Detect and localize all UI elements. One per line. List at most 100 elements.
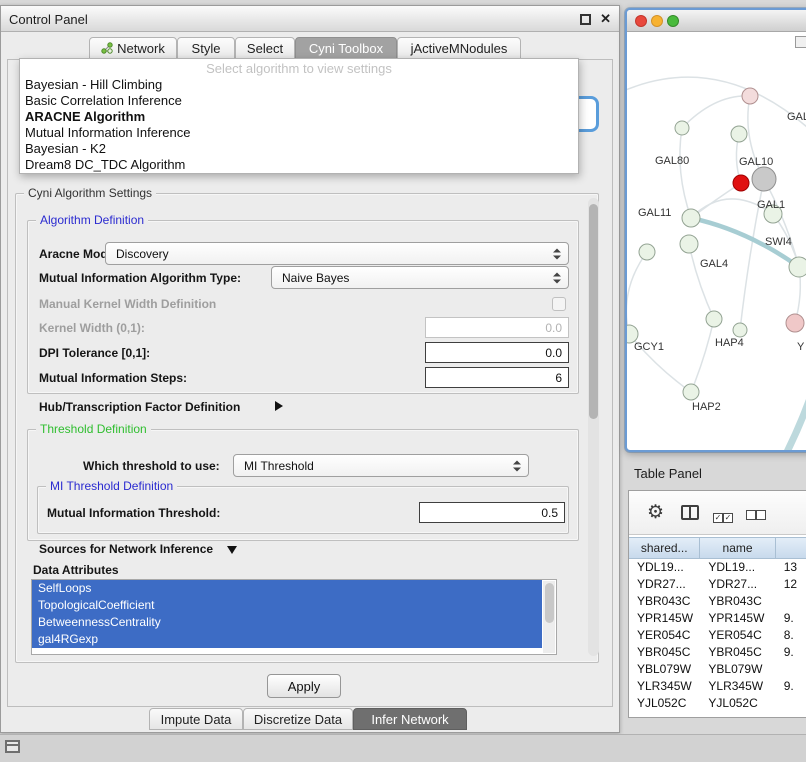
table-row[interactable]: YBR043C YBR043C — [629, 593, 806, 610]
tab-discretize-data[interactable]: Discretize Data — [243, 708, 353, 730]
dropdown-option[interactable]: Bayesian - Hill Climbing — [20, 77, 578, 93]
table-row[interactable]: YPR145W YPR145W 9. — [629, 610, 806, 627]
dropdown-option-selected[interactable]: ARACNE Algorithm — [20, 109, 578, 125]
network-canvas[interactable]: GAL80 GAL10 GAL1 GAL11 SWI4 GAL4 GCY1 HA… — [627, 32, 806, 452]
manual-kernel-checkbox[interactable] — [552, 297, 566, 311]
select-all-icon[interactable]: ✓✓ — [713, 507, 733, 525]
expand-arrow-icon[interactable] — [275, 401, 283, 411]
network-node[interactable] — [706, 311, 722, 327]
table-row[interactable]: YDL19... YDL19... 13 — [629, 559, 806, 576]
dropdown-option[interactable]: Dream8 DC_TDC Algorithm — [20, 157, 578, 173]
network-node[interactable] — [639, 244, 655, 260]
table-cell[interactable]: YBR043C — [629, 593, 700, 610]
apply-button[interactable]: Apply — [267, 674, 341, 698]
table-cell[interactable]: YBR045C — [700, 644, 775, 661]
deselect-all-icon[interactable] — [746, 507, 766, 525]
settings-scrollbar[interactable] — [588, 198, 599, 656]
columns-icon[interactable] — [681, 505, 699, 520]
mi-threshold-field[interactable]: 0.5 — [419, 502, 565, 523]
which-threshold-select[interactable]: MI Threshold — [233, 454, 529, 477]
table-cell[interactable]: YJL052C — [629, 695, 700, 712]
network-node[interactable] — [789, 257, 806, 277]
scrollbar-thumb[interactable] — [589, 204, 598, 419]
gear-icon[interactable]: ⚙ — [647, 503, 664, 522]
table-cell[interactable]: 9. — [776, 644, 806, 661]
network-node-hub[interactable] — [752, 167, 776, 191]
table-row[interactable]: YJL052C YJL052C — [629, 695, 806, 712]
list-item[interactable]: SelfLoops — [32, 580, 542, 597]
table-row[interactable]: YER054C YER054C 8. — [629, 627, 806, 644]
table-cell[interactable]: 12 — [776, 576, 806, 593]
network-node[interactable] — [675, 121, 689, 135]
close-icon[interactable]: ✕ — [600, 11, 611, 27]
table-cell[interactable]: YDL19... — [700, 559, 775, 576]
panel-window-icon[interactable] — [5, 740, 20, 753]
list-item[interactable]: gal4RGexp — [32, 631, 542, 648]
table-cell[interactable]: YBL079W — [700, 661, 775, 678]
network-node[interactable] — [680, 235, 698, 253]
table-cell[interactable]: YDR27... — [700, 576, 775, 593]
network-node[interactable] — [683, 384, 699, 400]
dropdown-option[interactable]: Bayesian - K2 — [20, 141, 578, 157]
table-cell[interactable]: YER054C — [629, 627, 700, 644]
tab-jactivemodules[interactable]: jActiveMNodules — [397, 37, 521, 59]
table-row[interactable]: YDR27... YDR27... 12 — [629, 576, 806, 593]
zoom-traffic-light-icon[interactable] — [667, 15, 679, 27]
table-cell[interactable]: YLR345W — [700, 678, 775, 695]
table-cell[interactable]: YDR27... — [629, 576, 700, 593]
list-item[interactable]: TopologicalCoefficient — [32, 597, 542, 614]
mi-steps-field[interactable]: 6 — [425, 367, 569, 388]
table-row[interactable]: YBL079W YBL079W — [629, 661, 806, 678]
list-scrollbar[interactable] — [543, 581, 555, 653]
table-cell[interactable]: YJL052C — [700, 695, 775, 712]
network-node[interactable] — [682, 209, 700, 227]
aracne-mode-select[interactable]: Discovery — [105, 242, 569, 265]
control-panel-titlebar[interactable]: Control Panel ✕ — [1, 6, 619, 32]
table-row[interactable]: YBR045C YBR045C 9. — [629, 644, 806, 661]
tab-infer-network[interactable]: Infer Network — [353, 708, 467, 730]
network-window-titlebar[interactable] — [627, 10, 806, 32]
restore-icon[interactable] — [580, 14, 591, 25]
data-attributes-list[interactable]: SelfLoops TopologicalCoefficient Between… — [31, 579, 557, 655]
tab-style[interactable]: Style — [177, 37, 235, 59]
column-header[interactable]: name — [700, 538, 775, 558]
table-row[interactable]: YLR345W YLR345W 9. — [629, 678, 806, 695]
table-cell[interactable]: YPR145W — [629, 610, 700, 627]
tab-network[interactable]: Network — [89, 37, 177, 59]
table-cell[interactable]: YLR345W — [629, 678, 700, 695]
table-cell[interactable]: 13 — [776, 559, 806, 576]
tab-select[interactable]: Select — [235, 37, 295, 59]
table-cell[interactable]: YBR043C — [700, 593, 775, 610]
column-header[interactable]: shared... — [629, 538, 700, 558]
network-node[interactable] — [742, 88, 758, 104]
table-cell[interactable]: YBR045C — [629, 644, 700, 661]
table-cell[interactable] — [776, 661, 806, 678]
collapse-arrow-icon[interactable] — [227, 546, 237, 554]
table-cell[interactable]: 9. — [776, 610, 806, 627]
table-cell[interactable]: YPR145W — [700, 610, 775, 627]
table-cell[interactable]: YBL079W — [629, 661, 700, 678]
sources-label[interactable]: Sources for Network Inference — [39, 542, 213, 556]
close-traffic-light-icon[interactable] — [635, 15, 647, 27]
tab-cyni-toolbox[interactable]: Cyni Toolbox — [295, 37, 397, 59]
mi-type-select[interactable]: Naive Bayes — [271, 266, 569, 289]
network-node[interactable] — [731, 126, 747, 142]
dropdown-option[interactable]: Mutual Information Inference — [20, 125, 578, 141]
table-cell[interactable] — [776, 695, 806, 712]
network-node-highlighted[interactable] — [733, 175, 749, 191]
scrollbar-thumb[interactable] — [545, 583, 554, 623]
hub-definition-label[interactable]: Hub/Transcription Factor Definition — [39, 400, 240, 414]
table-cell[interactable] — [776, 593, 806, 610]
table-cell[interactable]: YDL19... — [629, 559, 700, 576]
table-cell[interactable]: YER054C — [700, 627, 775, 644]
table-cell[interactable]: 9. — [776, 678, 806, 695]
network-node[interactable] — [786, 314, 804, 332]
dpi-tolerance-field[interactable]: 0.0 — [425, 342, 569, 363]
table-cell[interactable]: 8. — [776, 627, 806, 644]
network-node[interactable] — [733, 323, 747, 337]
tab-impute-data[interactable]: Impute Data — [149, 708, 243, 730]
kernel-width-field[interactable]: 0.0 — [425, 317, 569, 338]
dropdown-option[interactable]: Basic Correlation Inference — [20, 93, 578, 109]
minimize-traffic-light-icon[interactable] — [651, 15, 663, 27]
column-header[interactable] — [776, 538, 806, 558]
